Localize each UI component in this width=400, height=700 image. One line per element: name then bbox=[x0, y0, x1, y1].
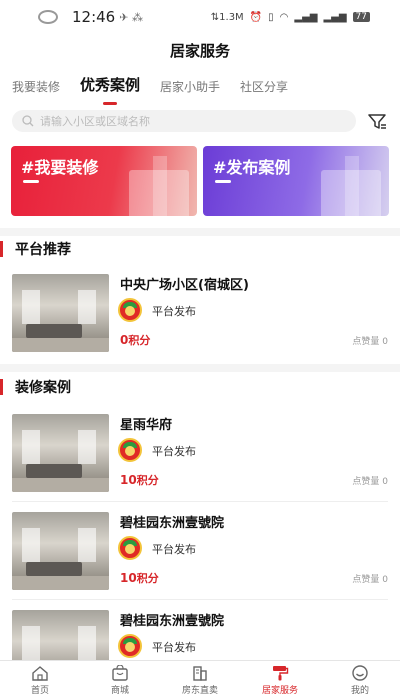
banner-decoration bbox=[129, 170, 189, 216]
like-count: 点赞量 0 bbox=[352, 575, 388, 585]
status-bar: 12:46 ✈ ⁂ ⇅1.3M ⏰ ▯ ◠ ▂▄▆ ▂▄▆ 77 bbox=[0, 0, 400, 34]
notification-icons: ✈ ⁂ bbox=[119, 10, 143, 24]
ring-icon bbox=[38, 10, 58, 24]
status-time: 12:46 bbox=[72, 8, 116, 26]
banner-publish-case[interactable]: #发布案例 bbox=[203, 146, 389, 216]
nav-landlord-sale[interactable]: 房东直卖 bbox=[160, 661, 240, 700]
banner-renovate[interactable]: #我要装修 bbox=[11, 146, 197, 216]
alarm-icon: ⏰ bbox=[249, 11, 263, 23]
tab-home-assistant[interactable]: 居家小助手 bbox=[160, 78, 220, 95]
publisher-avatar bbox=[118, 438, 142, 462]
publisher-avatar bbox=[118, 536, 142, 560]
banner-dash bbox=[215, 180, 231, 183]
case-thumbnail bbox=[12, 414, 109, 492]
bottom-nav: 首页 商城 房东直卖 居家服务 我的 bbox=[0, 660, 400, 700]
battery-icon: 77 bbox=[352, 12, 370, 22]
home-icon bbox=[32, 666, 48, 681]
search-bar[interactable] bbox=[12, 110, 356, 132]
shopping-bag-icon bbox=[112, 665, 128, 681]
list-item[interactable]: 星雨华府 平台发布 10积分 点赞量 0 bbox=[12, 414, 388, 494]
section-divider bbox=[0, 364, 400, 372]
case-name: 中央广场小区(宿城区) bbox=[120, 278, 249, 293]
user-icon bbox=[352, 665, 368, 681]
publisher-label: 平台发布 bbox=[152, 543, 196, 556]
tab-renovate[interactable]: 我要装修 bbox=[12, 78, 60, 95]
tab-excellent-cases[interactable]: 优秀案例 bbox=[80, 74, 140, 95]
publisher-label: 平台发布 bbox=[152, 445, 196, 458]
section-divider bbox=[0, 228, 400, 236]
banner-label: #我要装修 bbox=[21, 158, 99, 177]
wifi-icon: ◠ bbox=[279, 11, 289, 23]
building-icon bbox=[193, 666, 207, 681]
section-title-recommend: 平台推荐 bbox=[0, 239, 71, 259]
search-input[interactable] bbox=[40, 114, 340, 128]
list-item[interactable]: 碧桂园东洲壹號院 平台发布 10积分 点赞量 0 bbox=[12, 512, 388, 592]
banner-dash bbox=[23, 180, 39, 183]
signal-icon: ▂▄▆ bbox=[294, 11, 318, 23]
section-accent-bar bbox=[0, 241, 3, 257]
banner-decoration bbox=[321, 170, 381, 216]
list-item[interactable]: 碧桂园东洲壹號院 平台发布 bbox=[12, 610, 388, 660]
tab-community-share[interactable]: 社区分享 bbox=[240, 78, 288, 95]
points-value: 10积分 bbox=[120, 473, 159, 487]
nav-mall[interactable]: 商城 bbox=[80, 661, 160, 700]
case-name: 碧桂园东洲壹號院 bbox=[120, 614, 225, 629]
section-title-cases: 装修案例 bbox=[0, 377, 71, 397]
row-divider bbox=[12, 599, 388, 600]
points-value: 0积分 bbox=[120, 333, 151, 347]
paint-roller-icon bbox=[273, 666, 289, 681]
search-icon bbox=[22, 115, 34, 127]
publisher-label: 平台发布 bbox=[152, 305, 196, 318]
page-title: 居家服务 bbox=[169, 42, 230, 60]
tab-bar: 我要装修 优秀案例 居家小助手 社区分享 bbox=[12, 74, 288, 95]
like-count: 点赞量 0 bbox=[352, 477, 388, 487]
nav-home-service[interactable]: 居家服务 bbox=[240, 661, 320, 700]
signal-icon-2: ▂▄▆ bbox=[323, 11, 347, 23]
case-thumbnail bbox=[12, 274, 109, 352]
nav-home[interactable]: 首页 bbox=[0, 661, 80, 700]
points-value: 10积分 bbox=[120, 571, 159, 585]
case-name: 星雨华府 bbox=[120, 418, 173, 433]
case-thumbnail bbox=[12, 512, 109, 590]
publisher-avatar bbox=[118, 634, 142, 658]
like-count: 点赞量 0 bbox=[352, 337, 388, 347]
list-item[interactable]: 中央广场小区(宿城区) 平台发布 0积分 点赞量 0 bbox=[12, 274, 388, 354]
nav-profile[interactable]: 我的 bbox=[320, 661, 400, 700]
status-right: ⇅1.3M ⏰ ▯ ◠ ▂▄▆ ▂▄▆ 77 bbox=[211, 12, 370, 23]
row-divider bbox=[12, 501, 388, 502]
banner-label: #发布案例 bbox=[213, 158, 291, 177]
case-thumbnail bbox=[12, 610, 109, 660]
publisher-avatar bbox=[118, 298, 142, 322]
vibrate-icon: ▯ bbox=[268, 11, 274, 23]
filter-icon[interactable] bbox=[366, 110, 388, 132]
publisher-label: 平台发布 bbox=[152, 641, 196, 654]
section-accent-bar bbox=[0, 379, 3, 395]
case-name: 碧桂园东洲壹號院 bbox=[120, 516, 225, 531]
network-speed: ⇅1.3M bbox=[210, 11, 244, 23]
